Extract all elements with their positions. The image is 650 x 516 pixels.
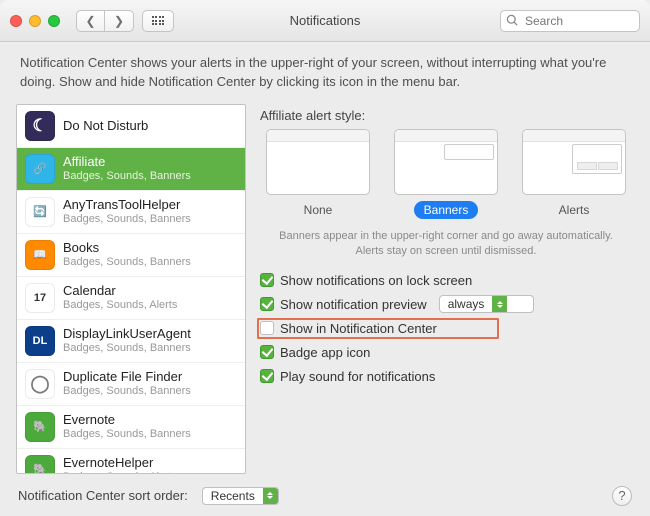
footer: Notification Center sort order: Recents … [0,480,650,516]
app-icon: 📖 [25,240,55,270]
window-controls [10,15,60,27]
fullscreen-window-button[interactable] [48,15,60,27]
sidebar-item-text: EvernoteHelperBadges, Sounds, Alerts [63,455,177,473]
preview-select[interactable]: always [439,295,534,313]
sidebar-item-label: Books [63,240,191,256]
chevron-updown-icon [263,488,278,504]
help-button[interactable]: ? [612,486,632,506]
alert-style-row: 🔍 ≡ None 🔍 ≡ Banners 🔍 ≡ Alerts [258,129,634,223]
back-button[interactable]: ❮ [77,11,105,31]
sidebar-item-affiliate[interactable]: 🔗 AffiliateBadges, Sounds, Banners [17,148,245,191]
app-icon: 🐘 [25,455,55,474]
search-wrap [500,10,640,32]
app-icon: 17 [25,283,55,313]
style-thumb-banners: 🔍 ≡ [394,129,498,195]
style-thumb-none: 🔍 ≡ [266,129,370,195]
sidebar-item-text: DisplayLinkUserAgentBadges, Sounds, Bann… [63,326,191,355]
checkbox-icon [260,345,274,359]
opt-lock-screen[interactable]: Show notifications on lock screen [260,268,634,292]
style-label-none: None [288,201,348,219]
sidebar-item-text: Do Not Disturb [63,118,148,134]
sidebar-item-sub: Badges, Sounds, Banners [63,428,191,441]
alert-style-none[interactable]: 🔍 ≡ None [264,129,372,219]
sort-order-select[interactable]: Recents [202,487,279,505]
sidebar-item-text: AffiliateBadges, Sounds, Banners [63,154,191,183]
checkbox-icon [260,321,274,335]
sidebar-item-text: CalendarBadges, Sounds, Alerts [63,283,177,312]
sidebar-item-anytranstoolhelper[interactable]: 🔄 AnyTransToolHelperBadges, Sounds, Banne… [17,191,245,234]
sidebar-item-sub: Badges, Sounds, Banners [63,256,191,269]
sidebar-item-label: DisplayLinkUserAgent [63,326,191,342]
checkbox-icon [260,297,274,311]
search-icon [506,14,519,27]
titlebar: ❮ ❯ Notifications [0,0,650,42]
search-input[interactable] [500,10,640,32]
select-value: Recents [203,489,263,503]
chevron-updown-icon [492,296,507,312]
sidebar-item-label: Affiliate [63,154,191,170]
opt-in-nc[interactable]: Show in Notification Center [260,316,634,340]
sidebar-item-duplicate-file-finder[interactable]: ◯ Duplicate File FinderBadges, Sounds, Ba… [17,363,245,406]
sidebar-item-label: Duplicate File Finder [63,369,191,385]
sidebar-item-do-not-disturb[interactable]: ☾ Do Not Disturb [17,105,245,148]
style-label-banners: Banners [414,201,479,219]
forward-button[interactable]: ❯ [105,11,133,31]
sidebar-item-label: Do Not Disturb [63,118,148,134]
sidebar-item-text: BooksBadges, Sounds, Banners [63,240,191,269]
opt-label: Play sound for notifications [280,369,435,384]
sidebar-item-label: Calendar [63,283,177,299]
alert-style-header: Affiliate alert style: [258,104,634,129]
sidebar-item-text: EvernoteBadges, Sounds, Banners [63,412,191,441]
opt-sound[interactable]: Play sound for notifications [260,364,634,388]
show-all-prefs-button[interactable] [142,10,174,32]
sidebar-item-sub: Badges, Sounds, Banners [63,213,191,226]
alert-style-hint: Banners appear in the upper-right corner… [258,223,634,269]
opt-highlight: Show in Notification Center [257,318,499,339]
content-area: ☾Do Not Disturb🔗AffiliateBadges, Sounds,… [0,98,650,480]
app-icon: ◯ [25,369,55,399]
checkbox-icon [260,273,274,287]
sidebar-item-evernotehelper[interactable]: 🐘 EvernoteHelperBadges, Sounds, Alerts [17,449,245,474]
sidebar-item-sub: Badges, Sounds, Alerts [63,299,177,312]
style-label-alerts: Alerts [544,201,604,219]
close-window-button[interactable] [10,15,22,27]
opt-label: Show in Notification Center [280,321,437,336]
sort-order-label: Notification Center sort order: [18,488,188,503]
grid-icon [152,16,165,25]
style-thumb-alerts: 🔍 ≡ [522,129,626,195]
sidebar-item-displaylinkuseragent[interactable]: DL DisplayLinkUserAgentBadges, Sounds, Ba… [17,320,245,363]
app-icon: 🔗 [25,154,55,184]
app-icon: ☾ [25,111,55,141]
opt-badge[interactable]: Badge app icon [260,340,634,364]
checkbox-icon [260,369,274,383]
app-list[interactable]: ☾Do Not Disturb🔗AffiliateBadges, Sounds,… [16,104,246,474]
opt-preview[interactable]: Show notification preview always [260,292,634,316]
app-icon: 🔄 [25,197,55,227]
app-icon: 🐘 [25,412,55,442]
options-list: Show notifications on lock screen Show n… [258,268,634,388]
sidebar-item-text: Duplicate File FinderBadges, Sounds, Ban… [63,369,191,398]
alert-style-banners[interactable]: 🔍 ≡ Banners [392,129,500,219]
sidebar-item-label: Evernote [63,412,191,428]
sidebar-item-sub: Badges, Sounds, Alerts [63,471,177,474]
pane-description: Notification Center shows your alerts in… [0,42,650,98]
opt-label: Show notifications on lock screen [280,273,472,288]
opt-label: Show notification preview [280,297,427,312]
minimize-window-button[interactable] [29,15,41,27]
select-value: always [440,297,493,311]
nav-back-forward: ❮ ❯ [76,10,134,32]
detail-pane: Affiliate alert style: 🔍 ≡ None 🔍 ≡ Bann… [258,104,634,474]
opt-label: Badge app icon [280,345,370,360]
sidebar-item-label: EvernoteHelper [63,455,177,471]
sidebar-item-evernote[interactable]: 🐘 EvernoteBadges, Sounds, Banners [17,406,245,449]
sidebar-item-text: AnyTransToolHelperBadges, Sounds, Banner… [63,197,191,226]
app-icon: DL [25,326,55,356]
sidebar-item-sub: Badges, Sounds, Banners [63,342,191,355]
sidebar-item-sub: Badges, Sounds, Banners [63,170,191,183]
sidebar-item-label: AnyTransToolHelper [63,197,191,213]
alert-style-alerts[interactable]: 🔍 ≡ Alerts [520,129,628,219]
sidebar-item-books[interactable]: 📖 BooksBadges, Sounds, Banners [17,234,245,277]
sidebar-item-sub: Badges, Sounds, Banners [63,385,191,398]
sidebar-item-calendar[interactable]: 17 CalendarBadges, Sounds, Alerts [17,277,245,320]
